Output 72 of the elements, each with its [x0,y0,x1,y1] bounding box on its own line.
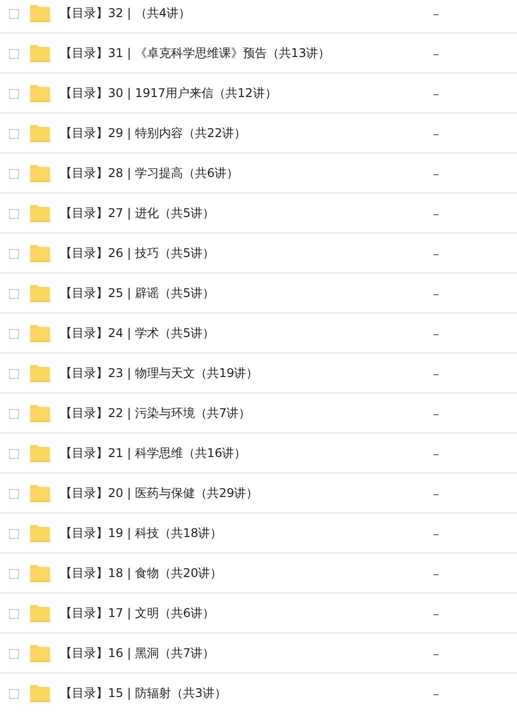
folder-name[interactable]: 【目录】31 | 《卓克科学思维课》预告（共13讲） [60,45,430,62]
file-size: – [433,126,439,140]
checkbox[interactable] [9,48,19,58]
checkbox[interactable] [9,408,19,418]
folder-name[interactable]: 【目录】25 | 辟谣（共5讲） [60,285,430,302]
checkbox[interactable] [9,488,19,498]
file-size: – [433,406,439,420]
folder-name[interactable]: 【目录】21 | 科学思维（共16讲） [60,445,430,462]
checkbox[interactable] [9,88,19,98]
file-size: – [433,6,439,20]
folder-name[interactable]: 【目录】28 | 学习提高（共6讲） [60,165,430,182]
folder-icon [30,5,50,22]
file-size: – [433,206,439,220]
file-size: – [433,366,439,380]
checkbox[interactable] [9,368,19,378]
folder-name[interactable]: 【目录】16 | 黑洞（共7讲） [60,645,430,662]
folder-name[interactable]: 【目录】20 | 医药与保健（共29讲） [60,485,430,502]
folder-name[interactable]: 【目录】32 | （共4讲） [60,5,430,22]
folder-icon [30,245,50,262]
folder-icon [30,645,50,662]
file-size: – [433,526,439,540]
file-size: – [433,166,439,180]
folder-icon [30,445,50,462]
file-size: – [433,566,439,580]
checkbox[interactable] [9,568,19,578]
checkbox[interactable] [9,648,19,658]
folder-icon [30,485,50,502]
folder-icon [30,45,50,62]
file-size: – [433,326,439,340]
file-size: – [433,246,439,260]
folder-name[interactable]: 【目录】15 | 防辐射（共3讲） [60,685,430,702]
checkbox[interactable] [9,528,19,538]
checkbox[interactable] [9,448,19,458]
folder-icon [30,165,50,182]
folder-name[interactable]: 【目录】22 | 污染与环境（共7讲） [60,405,430,422]
folder-icon [30,125,50,142]
folder-icon [30,85,50,102]
folder-icon [30,365,50,382]
checkbox[interactable] [9,288,19,298]
folder-name[interactable]: 【目录】29 | 特别内容（共22讲） [60,125,430,142]
checkbox[interactable] [9,8,19,18]
folder-name[interactable]: 【目录】23 | 物理与天文（共19讲） [60,365,430,382]
folder-icon [30,205,50,222]
checkbox[interactable] [9,688,19,698]
checkbox[interactable] [9,168,19,178]
folder-name[interactable]: 【目录】17 | 文明（共6讲） [60,605,430,622]
file-size: – [433,86,439,100]
folder-name[interactable]: 【目录】27 | 进化（共5讲） [60,205,430,222]
file-size: – [433,486,439,500]
folder-icon [30,405,50,422]
file-size: – [433,646,439,660]
folder-name[interactable]: 【目录】24 | 学术（共5讲） [60,325,430,342]
folder-icon [30,565,50,582]
folder-icon [30,285,50,302]
folder-name[interactable]: 【目录】30 | 1917用户来信（共12讲） [60,85,430,102]
folder-name[interactable]: 【目录】19 | 科技（共18讲） [60,525,430,542]
folder-icon [30,685,50,702]
folder-icon [30,325,50,342]
checkbox[interactable] [9,248,19,258]
checkbox[interactable] [9,208,19,218]
folder-icon [30,605,50,622]
checkbox[interactable] [9,128,19,138]
file-size: – [433,606,439,620]
file-size: – [433,446,439,460]
file-size: – [433,46,439,60]
checkbox[interactable] [9,328,19,338]
file-size: – [433,686,439,700]
folder-name[interactable]: 【目录】26 | 技巧（共5讲） [60,245,430,262]
folder-icon [30,525,50,542]
folder-name[interactable]: 【目录】18 | 食物（共20讲） [60,565,430,582]
file-size: – [433,286,439,300]
checkbox[interactable] [9,608,19,618]
